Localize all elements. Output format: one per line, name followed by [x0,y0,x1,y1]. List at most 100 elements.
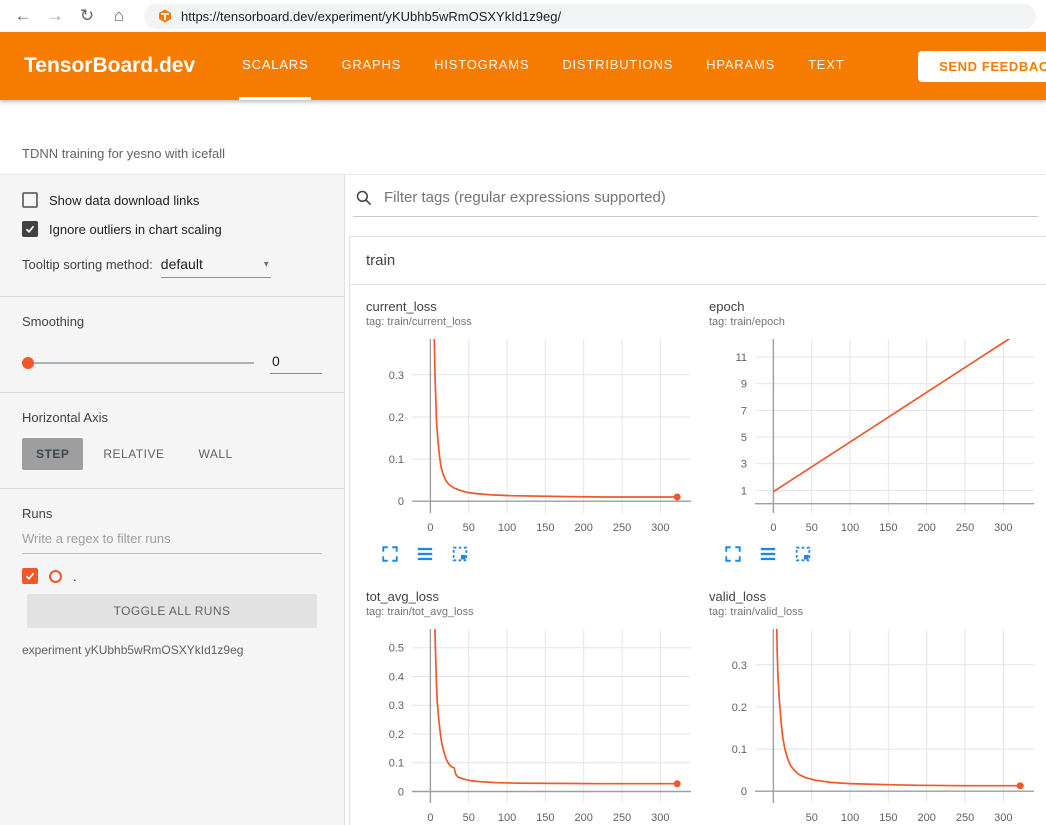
svg-text:0: 0 [398,786,404,798]
forward-button[interactable]: → [42,3,68,29]
fit-domain-icon [451,545,469,563]
svg-text:200: 200 [575,812,593,824]
axis-relative-button[interactable]: RELATIVE [89,438,178,470]
chart-plot-area[interactable]: 0501001502002503001357911 [709,333,1044,539]
expand-icon [381,545,399,563]
svg-text:0.1: 0.1 [389,454,404,466]
svg-text:50: 50 [463,812,475,824]
slider-thumb[interactable] [22,357,34,369]
svg-text:150: 150 [879,812,897,824]
address-bar[interactable]: https://tensorboard.dev/experiment/yKUbh… [144,4,1036,29]
chart-plot-area[interactable]: 5010015020025030000.10.20.3 [709,623,1044,825]
chart-title: tot_avg_loss [366,589,701,604]
svg-text:50: 50 [463,522,475,534]
ignore-outliers-label: Ignore outliers in chart scaling [49,222,222,237]
tab-histograms[interactable]: HISTOGRAMS [431,32,532,100]
svg-text:150: 150 [536,812,554,824]
svg-text:200: 200 [918,812,936,824]
tab-hparams[interactable]: HPARAMS [703,32,778,100]
expand-icon [724,545,742,563]
chart-current-loss: current_loss tag: train/current_loss 050… [366,299,701,565]
chart-title: valid_loss [709,589,1044,604]
expand-chart-button[interactable] [723,545,743,565]
svg-text:11: 11 [736,352,747,364]
svg-text:100: 100 [498,522,516,534]
svg-text:5: 5 [741,432,747,444]
svg-text:250: 250 [613,812,631,824]
show-download-links-label: Show data download links [49,193,199,208]
tab-scalars[interactable]: SCALARS [239,32,311,100]
svg-text:0.5: 0.5 [389,643,404,655]
back-button[interactable]: ← [10,3,36,29]
svg-text:0: 0 [741,786,747,798]
run-checkbox[interactable] [22,568,38,584]
svg-text:9: 9 [741,379,747,391]
data-table-button[interactable] [415,545,435,565]
url-text: https://tensorboard.dev/experiment/yKUbh… [181,9,561,24]
axis-wall-button[interactable]: WALL [184,438,246,470]
runs-label: Runs [22,506,322,521]
chart-tag: tag: train/epoch [709,316,1044,328]
run-color-swatch[interactable] [49,570,62,583]
tooltip-sorting-value: default [161,256,203,272]
charts-grid: current_loss tag: train/current_loss 050… [350,285,1046,825]
show-download-links-checkbox[interactable] [22,192,38,208]
chart-valid-loss: valid_loss tag: train/valid_loss 5010015… [709,589,1044,825]
svg-text:150: 150 [536,522,554,534]
expand-chart-button[interactable] [380,545,400,565]
filter-tags-input[interactable] [382,188,1036,207]
toggle-all-runs-button[interactable]: TOGGLE ALL RUNS [27,594,317,628]
experiment-id-label: experiment yKUbhb5wRmOSXYkId1z9eg [22,643,322,657]
svg-text:300: 300 [994,522,1012,534]
chart-tag: tag: train/valid_loss [709,606,1044,618]
ignore-outliers-checkbox[interactable] [22,221,38,237]
reload-button[interactable]: ↻ [74,3,100,29]
svg-text:150: 150 [879,522,897,534]
check-icon [24,570,36,582]
chart-plot-area[interactable]: 05010015020025030000.10.20.30.40.5 [366,623,701,825]
chart-tag: tag: train/tot_avg_loss [366,606,701,618]
experiment-title: TDNN training for yesno with icefall [22,146,225,161]
svg-text:0.2: 0.2 [732,702,747,714]
svg-text:0: 0 [770,522,776,534]
chart-tot-avg-loss: tot_avg_loss tag: train/tot_avg_loss 0 50… [366,589,701,825]
chart-plot-area[interactable]: 05010015020025030000.10.20.3 [366,333,701,539]
brand-title[interactable]: TensorBoard.dev [24,32,195,100]
svg-text:7: 7 [741,405,747,417]
search-icon [355,189,373,207]
tab-distributions[interactable]: DISTRIBUTIONS [559,32,676,100]
svg-text:100: 100 [841,812,859,824]
run-row: . [22,568,322,584]
browser-toolbar: ← → ↻ ⌂ https://tensorboard.dev/experime… [0,0,1046,32]
svg-text:50: 50 [806,522,818,534]
horizontal-axis-label: Horizontal Axis [22,410,322,425]
tab-text[interactable]: TEXT [805,32,847,100]
smoothing-slider[interactable] [22,356,254,370]
tooltip-sorting-label: Tooltip sorting method: [22,257,153,272]
run-name-label: . [73,569,77,584]
svg-text:100: 100 [841,522,859,534]
tooltip-sorting-select[interactable]: default ▾ [161,255,271,278]
data-table-icon [416,545,434,563]
axis-step-button[interactable]: STEP [22,438,83,470]
smoothing-value-input[interactable] [270,351,322,374]
svg-text:0.3: 0.3 [732,660,747,672]
tab-graphs[interactable]: GRAPHS [338,32,404,100]
home-button[interactable]: ⌂ [106,3,132,29]
runs-filter-input[interactable] [22,521,322,554]
svg-text:200: 200 [575,522,593,534]
app-header: TensorBoard.dev SCALARS GRAPHS HISTOGRAM… [0,32,1046,100]
svg-text:0.2: 0.2 [389,729,404,741]
chart-title: epoch [709,299,1044,314]
fit-domain-button[interactable] [450,545,470,565]
send-feedback-button[interactable]: SEND FEEDBACK [918,51,1046,82]
fit-domain-button[interactable] [793,545,813,565]
svg-text:0: 0 [427,522,433,534]
nav-tabs: SCALARS GRAPHS HISTOGRAMS DISTRIBUTIONS … [239,32,874,100]
chevron-down-icon: ▾ [264,259,269,270]
tag-group-header[interactable]: train [350,237,1046,285]
svg-text:0.3: 0.3 [389,700,404,712]
settings-sidebar: Show data download links Ignore outliers… [0,175,345,825]
data-table-button[interactable] [758,545,778,565]
svg-text:1: 1 [741,485,747,497]
